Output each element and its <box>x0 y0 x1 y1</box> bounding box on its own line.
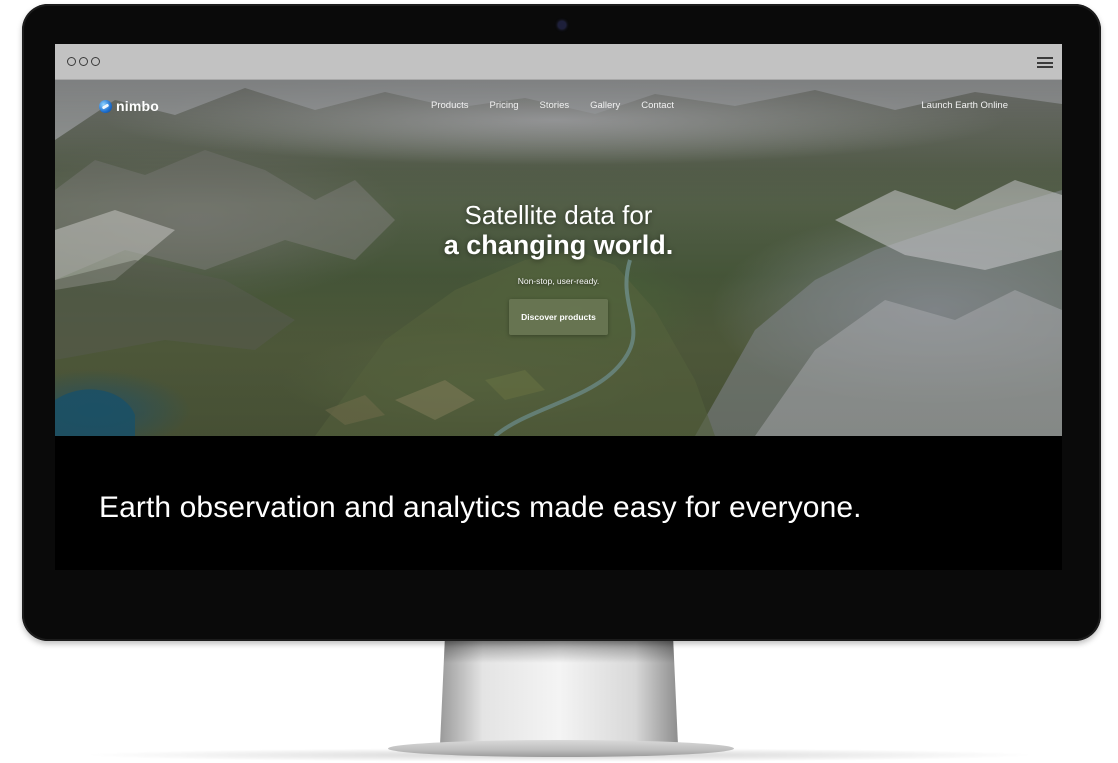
tagline-section: Earth observation and analytics made eas… <box>55 436 1062 570</box>
monitor-stand <box>440 641 678 745</box>
window-controls <box>67 57 100 66</box>
hero-content: Satellite data for a changing world. Non… <box>55 200 1062 335</box>
logo[interactable]: nimbo <box>99 98 159 114</box>
browser-toolbar <box>55 44 1062 80</box>
globe-logo-icon <box>99 99 112 113</box>
window-minimize-button[interactable] <box>79 57 88 66</box>
webcam-icon <box>558 21 566 29</box>
nav-link-gallery[interactable]: Gallery <box>590 100 620 111</box>
nav-link-products[interactable]: Products <box>431 100 469 111</box>
hero-section: nimbo Products Pricing Stories Gallery C… <box>55 80 1062 436</box>
browser-window: nimbo Products Pricing Stories Gallery C… <box>55 44 1062 570</box>
nav-link-pricing[interactable]: Pricing <box>490 100 519 111</box>
hero-title-line1: Satellite data for <box>464 200 653 230</box>
monitor-stand-base <box>388 740 734 757</box>
window-close-button[interactable] <box>67 57 76 66</box>
hero-title-line2: a changing world. <box>443 230 674 260</box>
nav-link-stories[interactable]: Stories <box>540 100 570 111</box>
hero-subtitle: Non-stop, user-ready. <box>517 276 600 286</box>
tagline-heading: Earth observation and analytics made eas… <box>99 491 862 524</box>
window-maximize-button[interactable] <box>91 57 100 66</box>
hamburger-icon[interactable] <box>1037 57 1053 68</box>
logo-text: nimbo <box>116 98 159 114</box>
launch-earth-online-link[interactable]: Launch Earth Online <box>921 100 1008 111</box>
top-navigation: nimbo Products Pricing Stories Gallery C… <box>55 80 1062 130</box>
nav-link-contact[interactable]: Contact <box>641 100 674 111</box>
discover-products-button[interactable]: Discover products <box>509 299 608 335</box>
nav-links: Products Pricing Stories Gallery Contact <box>431 100 674 111</box>
